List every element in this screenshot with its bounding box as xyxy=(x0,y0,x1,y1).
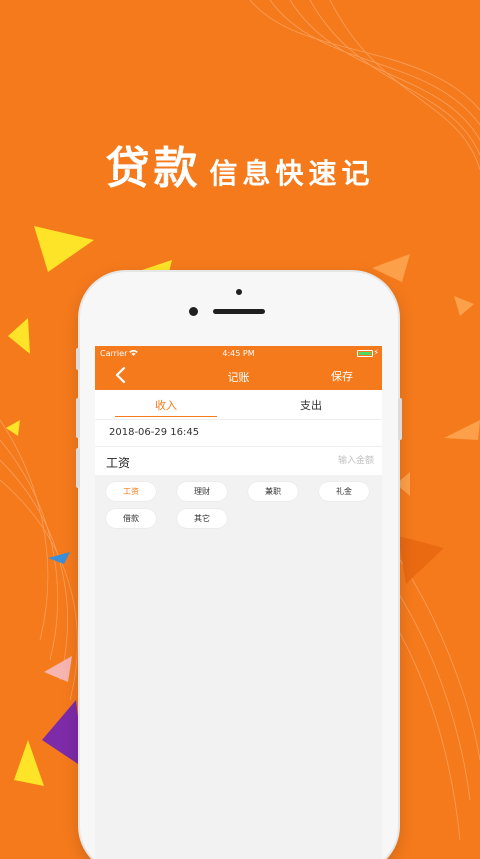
orange-triangle-decoration xyxy=(454,296,474,316)
app-screen: Carrier 4:45 PM ⚡ 记账 保存 收入 支出 2018-06-29… xyxy=(95,346,382,859)
status-time: 4:45 PM xyxy=(222,349,255,358)
yellow-triangle-decoration xyxy=(6,420,20,436)
phone-mockup: Carrier 4:45 PM ⚡ 记账 保存 收入 支出 2018-06-29… xyxy=(76,272,402,859)
category-chip-finance[interactable]: 理财 xyxy=(177,482,227,501)
yellow-triangle-decoration xyxy=(14,740,44,786)
nav-bar: 记账 保存 xyxy=(95,361,382,390)
category-chip-gift[interactable]: 礼金 xyxy=(319,482,369,501)
phone-sensor xyxy=(236,289,242,295)
phone-side-button xyxy=(76,348,80,370)
amount-input[interactable] xyxy=(254,452,374,470)
headline-small-text: 信息快速记 xyxy=(209,157,375,190)
promo-headline: 贷款 信息快速记 xyxy=(0,132,480,196)
purple-triangle-decoration xyxy=(42,700,84,768)
category-chip-other[interactable]: 其它 xyxy=(177,509,227,528)
blue-triangle-decoration xyxy=(48,552,70,564)
orange-triangle-decoration xyxy=(372,254,410,282)
yellow-triangle-decoration xyxy=(8,318,30,354)
status-bar: Carrier 4:45 PM ⚡ xyxy=(95,346,382,361)
category-chip-salary[interactable]: 工资 xyxy=(106,482,156,501)
pink-triangle-decoration xyxy=(44,656,72,682)
tab-expense[interactable]: 支出 xyxy=(260,397,362,413)
category-chip-loan[interactable]: 借款 xyxy=(106,509,156,528)
phone-volume-up-button xyxy=(76,398,80,438)
phone-volume-down-button xyxy=(76,448,80,488)
orange-triangle-decoration xyxy=(398,536,444,584)
phone-speaker xyxy=(213,309,265,314)
tab-bar: 收入 支出 xyxy=(95,390,382,419)
orange-triangle-decoration xyxy=(396,472,410,496)
date-picker-row[interactable]: 2018-06-29 16:45 xyxy=(95,419,382,446)
phone-power-button xyxy=(398,398,402,440)
active-tab-indicator xyxy=(115,416,217,417)
category-chip-parttime[interactable]: 兼职 xyxy=(248,482,298,501)
entry-datetime[interactable]: 2018-06-29 16:45 xyxy=(109,427,199,438)
selected-category-label: 工资 xyxy=(106,456,131,470)
category-chips: 工资 理财 兼职 礼金 借款 其它 xyxy=(95,475,382,535)
orange-triangle-decoration xyxy=(444,420,480,440)
charging-icon: ⚡ xyxy=(373,348,379,357)
headline-big-text: 贷款 xyxy=(105,143,202,194)
battery-icon xyxy=(357,350,373,357)
amount-row: 工资 xyxy=(95,446,382,475)
yellow-triangle-decoration xyxy=(34,226,94,272)
phone-camera xyxy=(189,307,198,316)
save-button[interactable]: 保存 xyxy=(331,368,353,384)
tab-income[interactable]: 收入 xyxy=(115,397,217,413)
